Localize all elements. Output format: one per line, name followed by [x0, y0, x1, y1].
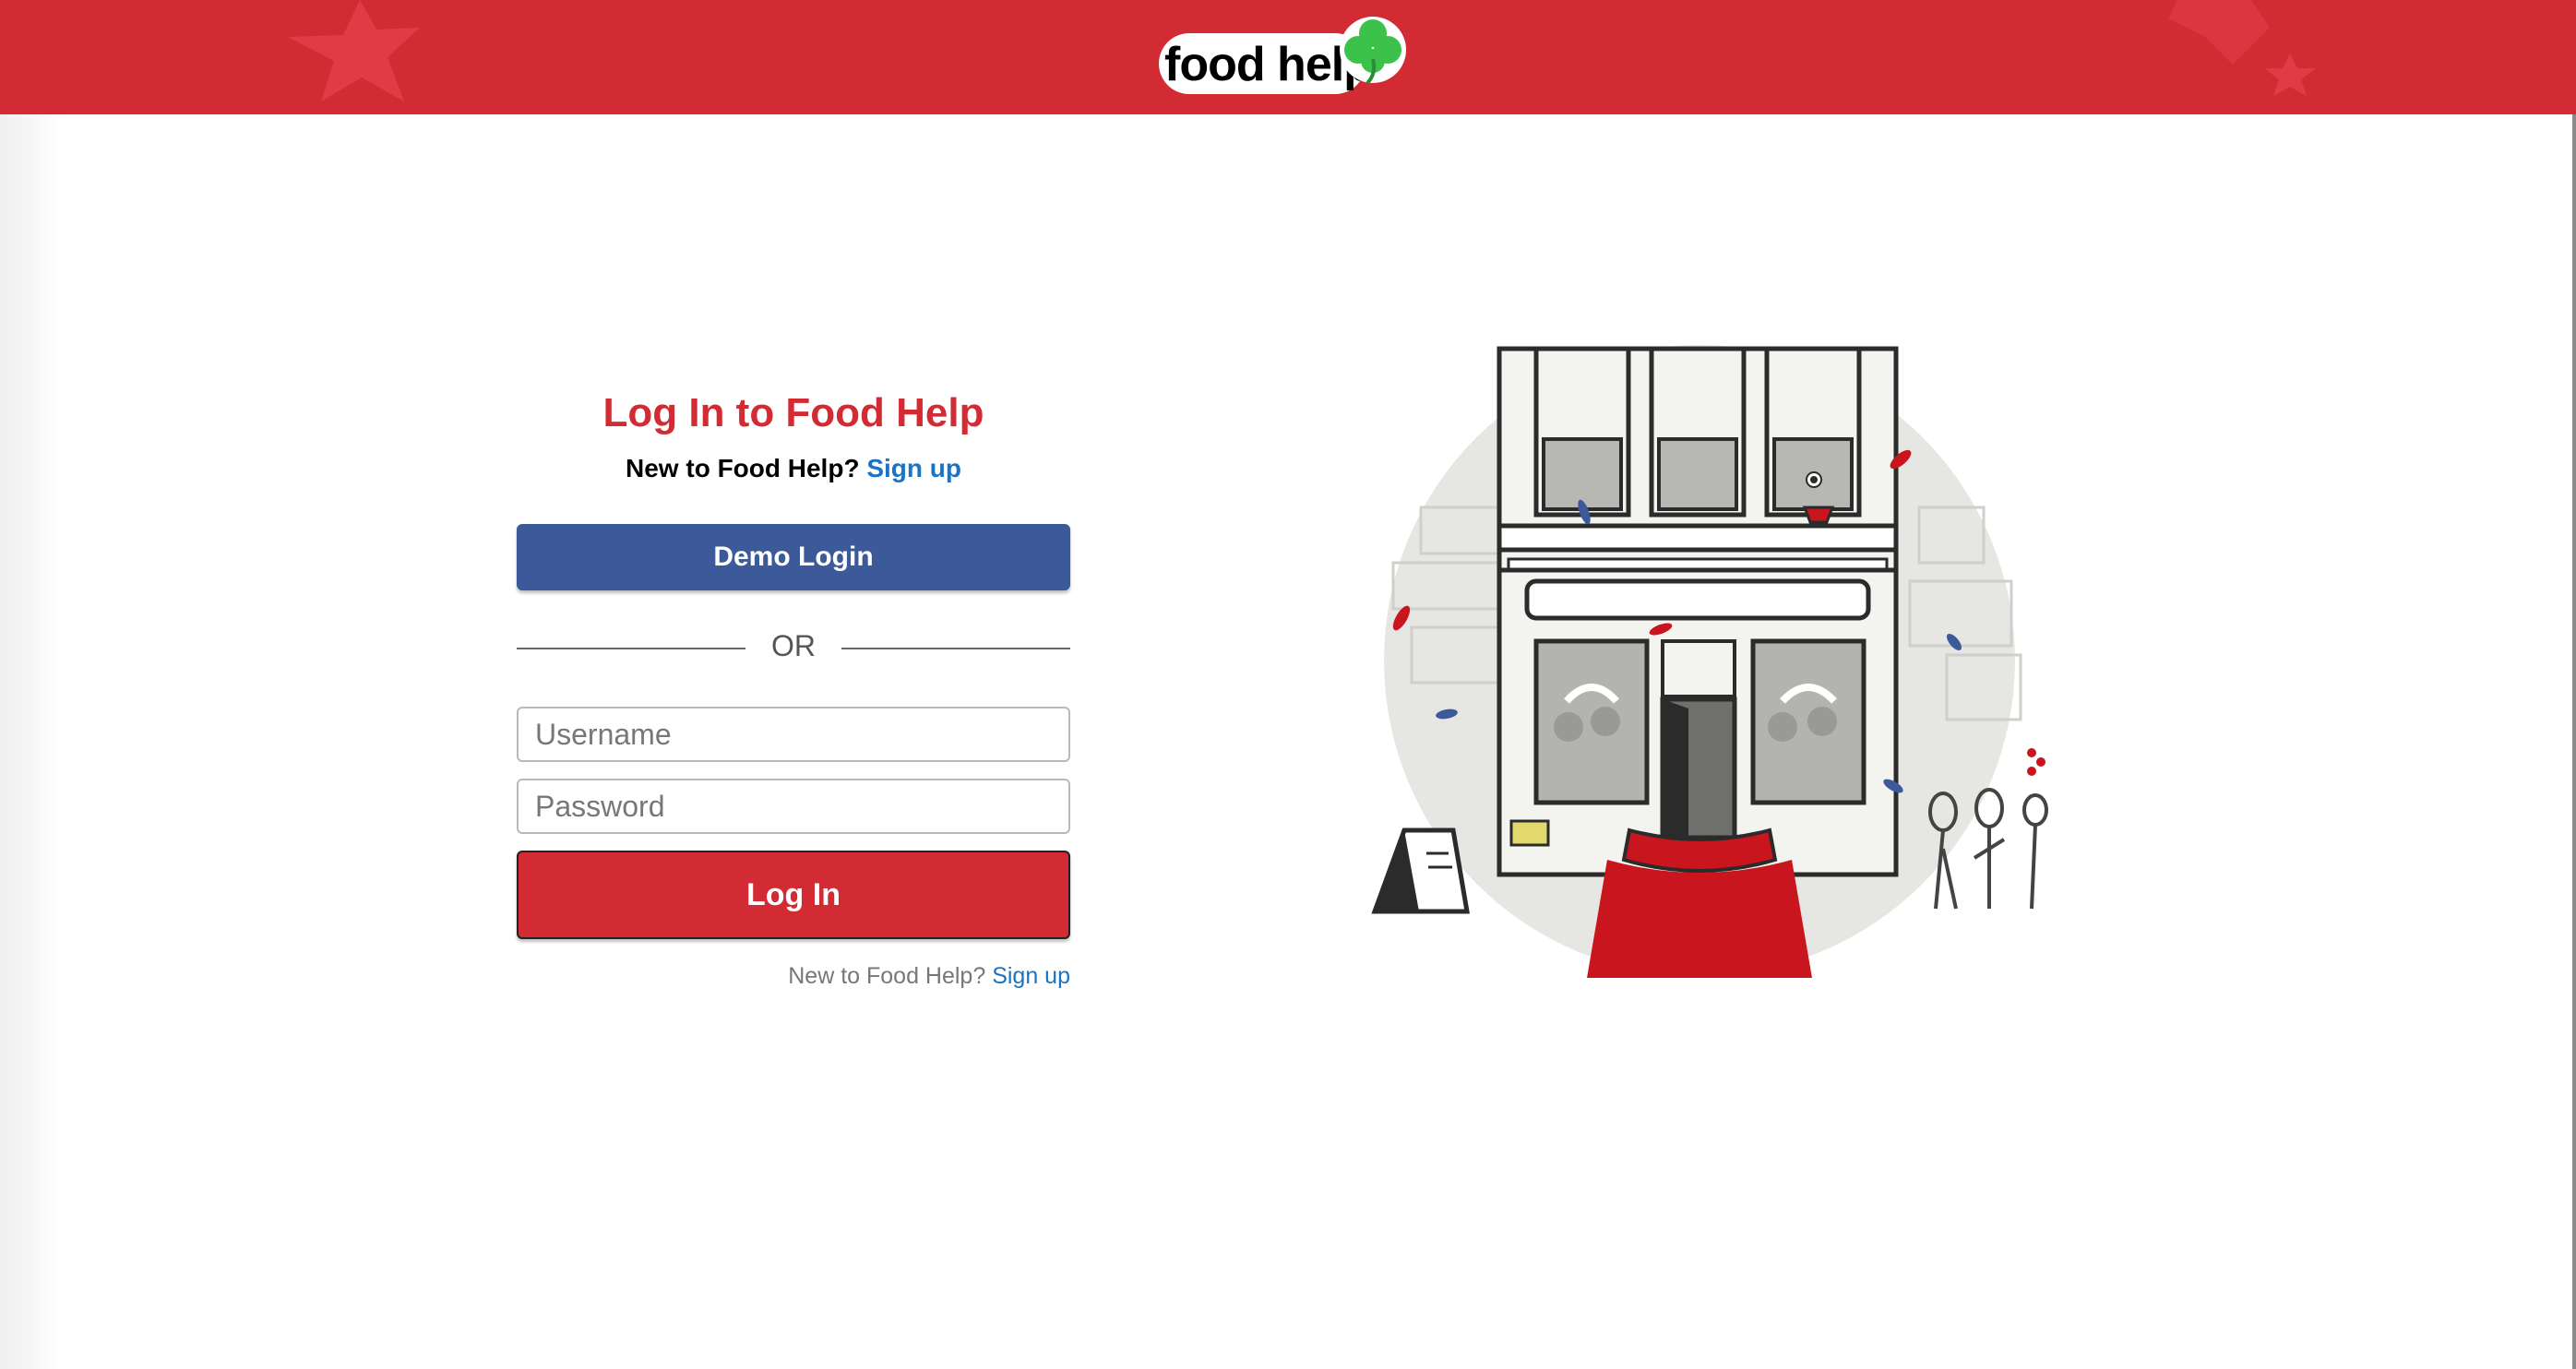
password-input[interactable]: [517, 779, 1070, 834]
divider-line-right: [841, 648, 1070, 649]
demo-login-button[interactable]: Demo Login: [517, 524, 1070, 590]
page-title: Log In to Food Help: [602, 390, 984, 435]
food-help-logo[interactable]: food help: [1159, 13, 1408, 101]
signup-link[interactable]: Sign up: [866, 454, 961, 482]
or-divider: OR: [517, 620, 1070, 675]
page-scrollbar-edge: [2572, 114, 2576, 1369]
bottom-signup-text: New to Food Help?: [788, 963, 986, 989]
username-input[interactable]: [517, 707, 1070, 762]
divider-line-left: [517, 648, 745, 649]
login-form-column: Log In to Food Help New to Food Help? Si…: [517, 378, 1070, 989]
signup-prompt-text: New to Food Help?: [626, 454, 860, 482]
top-header: food help: [0, 0, 2576, 114]
signup-prompt: New to Food Help? Sign up: [517, 450, 1070, 487]
login-button[interactable]: Log In: [517, 851, 1070, 939]
restaurant-storefront-illustration: [1371, 345, 2048, 978]
clover-icon: [1340, 17, 1406, 85]
page-left-shadow: [0, 114, 65, 1369]
divider-text: OR: [771, 629, 816, 662]
bottom-signup-link[interactable]: Sign up: [992, 963, 1070, 989]
bottom-signup-prompt: New to Food Help? Sign up: [517, 963, 1070, 990]
